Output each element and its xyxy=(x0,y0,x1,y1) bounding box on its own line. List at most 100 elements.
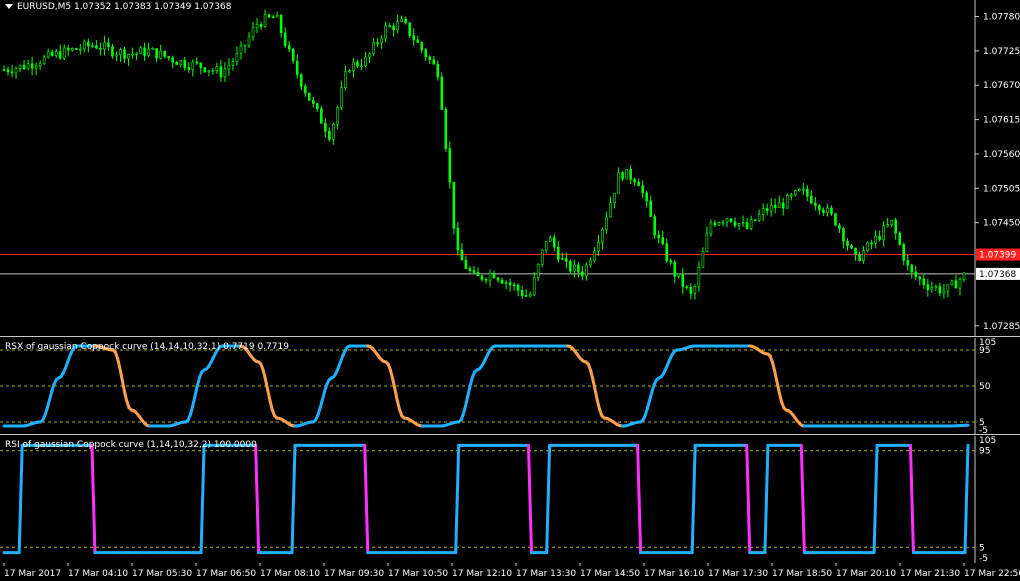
candle-body xyxy=(524,295,528,297)
candle-body xyxy=(307,92,311,101)
rsx-title: RSX of gaussian Coppock curve (14,14,10,… xyxy=(5,342,289,352)
candle-body xyxy=(275,15,279,18)
candle-body xyxy=(464,259,468,269)
candle-body xyxy=(769,204,773,212)
candle-body xyxy=(159,50,162,59)
price-pane[interactable]: 1.07780 1.07725 1.07670 1.07615 1.07560 1.075… xyxy=(0,0,1020,336)
candle-body xyxy=(54,51,58,56)
candle-body xyxy=(311,100,315,104)
candle-body xyxy=(569,261,572,272)
candle-body xyxy=(637,181,640,186)
candle-body xyxy=(38,63,42,67)
candle-body xyxy=(392,25,395,31)
candle-body xyxy=(653,216,657,236)
indicator-segment xyxy=(363,443,370,555)
candle-body xyxy=(842,228,845,242)
candle-body xyxy=(641,185,644,194)
candle-body xyxy=(677,273,681,277)
candle-body xyxy=(91,45,94,47)
candle-body xyxy=(528,294,532,297)
indicator-segment xyxy=(545,443,552,555)
candle-body xyxy=(79,48,82,51)
candle-body xyxy=(267,14,271,18)
candle-body xyxy=(223,68,227,78)
indicator-segment xyxy=(773,369,779,384)
rsx-pane[interactable]: 105 95 50 5 -5 RSX of gaussian Coppock curve… xyxy=(0,338,1020,434)
candle-body xyxy=(95,45,98,49)
candle-body xyxy=(348,70,351,73)
candle-body xyxy=(741,222,745,224)
price-tick-label: 1.07615 xyxy=(983,116,1020,126)
candle-body xyxy=(593,250,596,262)
candle-body xyxy=(66,47,70,51)
candle-body xyxy=(6,69,10,73)
candle-body xyxy=(737,223,741,226)
candle-body xyxy=(239,45,243,54)
candle-body xyxy=(372,42,375,54)
candle-body xyxy=(810,195,813,204)
bid-price-label: 1.07368 xyxy=(979,270,1016,280)
candle-body xyxy=(380,37,383,43)
candle-body xyxy=(484,279,488,281)
candle-body xyxy=(536,263,540,278)
rsi-indicator[interactable]: 10595 5-5 xyxy=(0,436,1020,563)
candle-body xyxy=(444,109,448,149)
candle-body xyxy=(802,188,805,191)
candle-body xyxy=(665,243,669,262)
candle-body xyxy=(62,47,66,59)
candle-body xyxy=(263,14,267,27)
candle-body xyxy=(597,242,600,252)
candle-body xyxy=(516,284,520,291)
candle-body xyxy=(279,15,283,34)
time-label: 17 Mar 12:10 xyxy=(452,569,512,579)
candle-body xyxy=(749,219,753,229)
dropdown-triangle-icon[interactable] xyxy=(5,4,13,9)
candle-body xyxy=(103,42,106,50)
price-tick-label: 1.07670 xyxy=(983,81,1020,91)
time-label: 17 Mar 10:50 xyxy=(388,569,448,579)
price-tick-label: 1.07505 xyxy=(983,184,1020,194)
indicator-segment xyxy=(266,388,272,403)
candle-body xyxy=(127,53,130,59)
candle-body xyxy=(870,242,873,245)
pane-separator[interactable] xyxy=(0,434,1020,435)
price-tick-label: 1.07780 xyxy=(983,12,1020,22)
indicator-segment xyxy=(690,443,697,555)
candle-body xyxy=(396,21,399,31)
candle-body xyxy=(717,222,721,226)
candle-body xyxy=(753,219,757,221)
candle-body xyxy=(215,66,219,71)
candle-body xyxy=(781,202,785,209)
candle-body xyxy=(761,208,765,215)
time-label: 17 Mar 08:10 xyxy=(260,569,320,579)
time-axis: 17 Mar 2017 17 Mar 04:10 17 Mar 05:30 17 Ma… xyxy=(0,563,1020,581)
time-label: 17 Mar 04:10 xyxy=(68,569,128,579)
candle-body xyxy=(633,179,636,183)
candle-body xyxy=(785,195,789,209)
candle-body xyxy=(432,59,436,65)
price-chart[interactable]: 1.07780 1.07725 1.07670 1.07615 1.07560 1.075… xyxy=(0,0,1020,336)
candle-body xyxy=(119,49,122,56)
candle-body xyxy=(219,66,223,78)
indicator-axis-label: -5 xyxy=(979,426,988,434)
time-label: 17 Mar 21:30 xyxy=(900,569,960,579)
candle-body xyxy=(954,280,958,289)
candle-body xyxy=(131,53,134,56)
candle-body xyxy=(866,242,869,252)
candle-body xyxy=(701,251,705,268)
candle-body xyxy=(46,51,50,58)
candle-body xyxy=(669,260,673,263)
rsx-indicator[interactable]: 10595505-5 xyxy=(0,338,1020,434)
indicator-axis-label: 50 xyxy=(979,382,991,392)
candle-body xyxy=(589,260,592,266)
candle-body xyxy=(930,287,934,290)
indicator-segment xyxy=(391,377,397,392)
rsi-pane[interactable]: 105 95 5 -5 RSI of gaussian Coppock curve (… xyxy=(0,436,1020,563)
candle-body xyxy=(428,56,432,60)
pane-separator[interactable] xyxy=(0,336,1020,337)
candle-body xyxy=(251,27,255,38)
candle-body xyxy=(492,273,496,279)
candle-body xyxy=(725,218,729,223)
candle-body xyxy=(573,264,576,272)
candle-body xyxy=(709,222,713,235)
